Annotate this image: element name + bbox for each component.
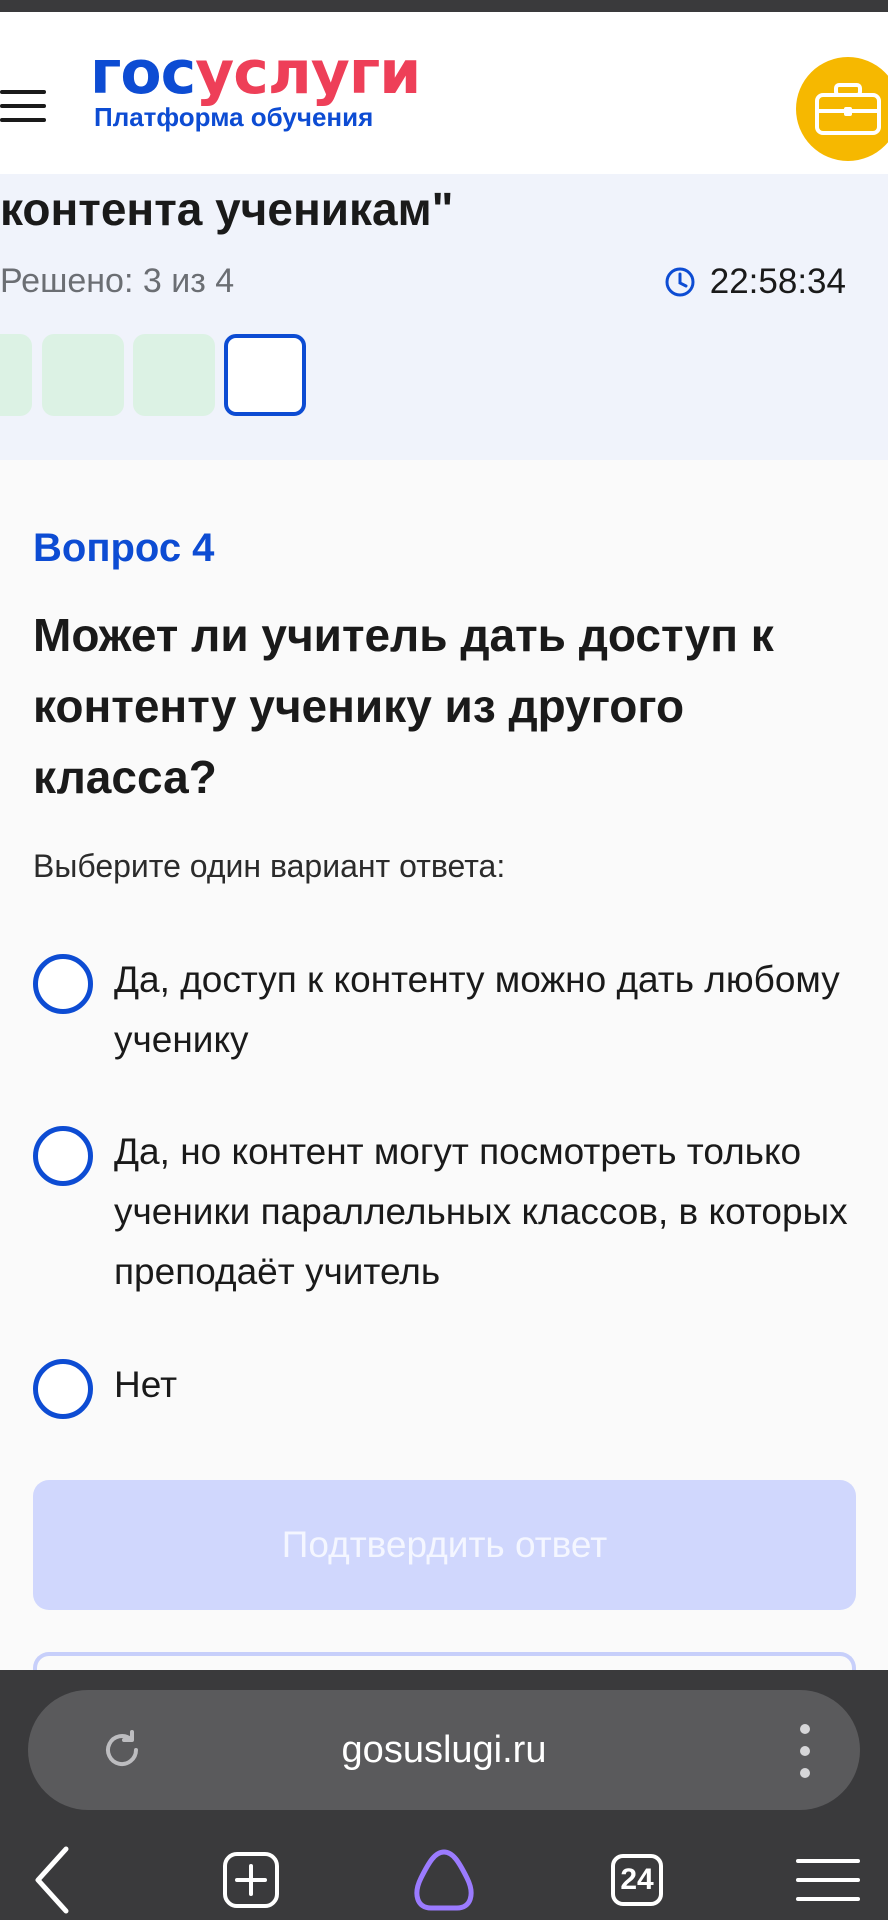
question-card: Вопрос 4 Может ли учитель дать доступ к …: [0, 460, 888, 1692]
browser-nav: 24: [0, 1830, 888, 1920]
menu-icon: [796, 1859, 860, 1901]
timer: 22:58:34: [664, 262, 846, 302]
solved-counter: Решено: 3 из 4: [0, 262, 235, 300]
tab-count-badge: 24: [611, 1854, 663, 1906]
burger-menu-icon[interactable]: [0, 90, 46, 122]
radio-button[interactable]: [33, 1359, 93, 1419]
tabs-button[interactable]: 24: [597, 1840, 677, 1920]
new-tab-button[interactable]: [211, 1840, 291, 1920]
gosuslugi-logo[interactable]: госуслуги Платформа обучения: [90, 38, 421, 133]
logo-text-uslugi: услуги: [195, 38, 421, 108]
plus-square-icon: [223, 1852, 279, 1908]
confirm-answer-button[interactable]: Подтвердить ответ: [33, 1480, 856, 1610]
progress-question-2[interactable]: [42, 334, 124, 416]
question-text: Может ли учитель дать доступ к контенту …: [33, 609, 774, 803]
radio-button[interactable]: [33, 954, 93, 1014]
clock-icon: [665, 267, 695, 297]
answer-option-label: Нет: [114, 1364, 178, 1405]
progress-question-3[interactable]: [133, 334, 215, 416]
url-text[interactable]: gosuslugi.ru: [28, 1690, 860, 1810]
site-header: госуслуги Платформа обучения: [0, 12, 888, 174]
answer-option-label: Да, доступ к контенту можно дать любому …: [114, 959, 840, 1060]
briefcase-icon: [815, 83, 881, 135]
timer-value: 22:58:34: [709, 262, 846, 301]
answer-hint: Выберите один вариант ответа:: [33, 848, 506, 884]
page: госуслуги Платформа обучения контента уч…: [0, 0, 888, 1920]
alice-assistant-button[interactable]: [404, 1840, 484, 1920]
chevron-left-icon: [35, 1846, 69, 1914]
back-button[interactable]: [12, 1840, 92, 1920]
browser-menu-button[interactable]: [788, 1840, 868, 1920]
progress-question-4[interactable]: [224, 334, 306, 416]
test-title: контента ученикам": [0, 183, 454, 235]
browser-toolbar: gosuslugi.ru 24: [0, 1670, 888, 1920]
question-progress: [0, 334, 888, 416]
more-options-icon[interactable]: [798, 1724, 810, 1778]
radio-button[interactable]: [33, 1126, 93, 1186]
reload-icon[interactable]: [98, 1726, 146, 1774]
logo-text-gos: гос: [90, 38, 196, 108]
address-bar[interactable]: gosuslugi.ru: [28, 1690, 860, 1810]
logo-subtitle: Платформа обучения: [94, 102, 374, 132]
answer-option-label: Да, но контент могут посмотреть только у…: [114, 1131, 848, 1292]
test-summary: контента ученикам" Решено: 3 из 4 22:58:…: [0, 174, 888, 460]
progress-question-1[interactable]: [0, 334, 32, 416]
profile-button[interactable]: [796, 57, 888, 161]
status-bar: [0, 0, 888, 12]
question-number: Вопрос 4: [33, 526, 215, 570]
alice-icon: [414, 1849, 474, 1911]
